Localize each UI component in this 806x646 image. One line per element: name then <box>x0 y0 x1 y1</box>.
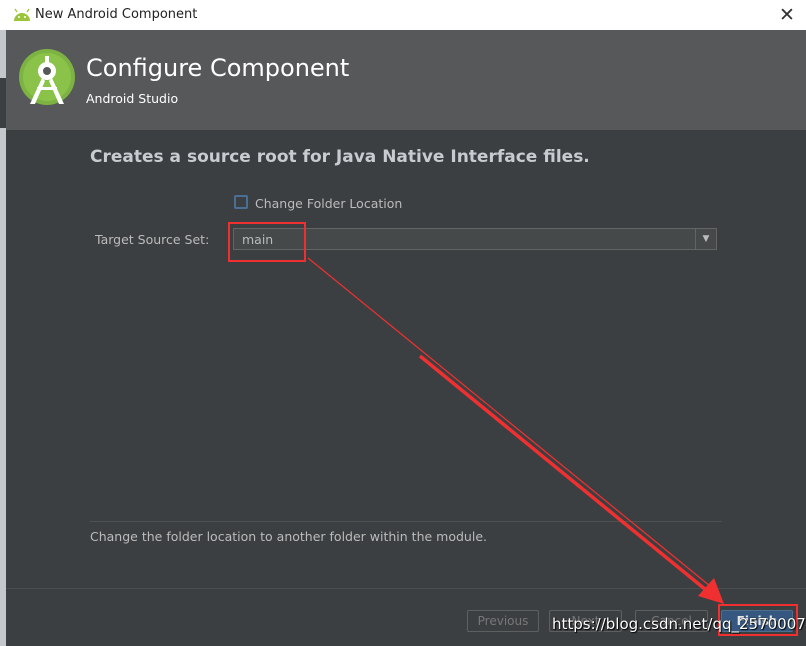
chevron-down-icon[interactable]: ▼ <box>695 229 716 249</box>
annotation-highlight-box <box>228 222 306 262</box>
dialog-header: Configure Component Android Studio <box>6 30 806 130</box>
window-title: New Android Component <box>35 7 198 22</box>
page-subtitle: Android Studio <box>86 91 179 106</box>
change-folder-checkbox[interactable] <box>234 195 248 209</box>
component-description: Creates a source root for Java Native In… <box>90 147 590 167</box>
help-hint: Change the folder location to another fo… <box>90 529 487 544</box>
target-source-set-label: Target Source Set: <box>95 232 210 247</box>
android-icon <box>14 8 30 21</box>
android-studio-logo-icon <box>19 49 75 105</box>
watermark: https://blog.csdn.net/qq_25700077 <box>552 615 806 633</box>
divider <box>90 521 722 522</box>
close-icon[interactable]: ✕ <box>774 3 800 27</box>
footer-divider <box>6 588 806 589</box>
dialog-content: Creates a source root for Java Native In… <box>6 130 806 646</box>
change-folder-label[interactable]: Change Folder Location <box>255 196 402 211</box>
previous-button[interactable]: Previous <box>467 610 539 632</box>
title-bar: New Android Component ✕ <box>0 0 806 30</box>
page-title: Configure Component <box>86 54 350 82</box>
